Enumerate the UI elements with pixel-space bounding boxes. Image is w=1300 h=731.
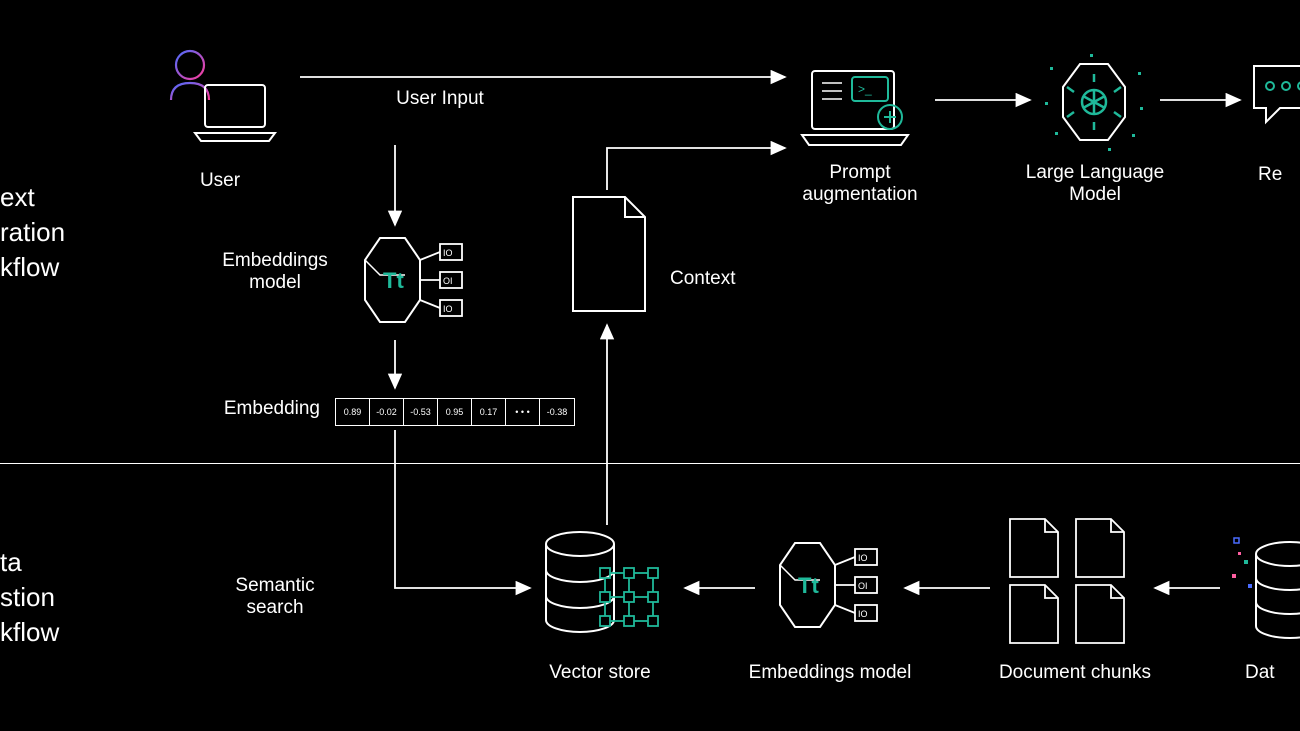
arrows bbox=[0, 0, 1300, 731]
user-input-label: User Input bbox=[370, 88, 510, 110]
